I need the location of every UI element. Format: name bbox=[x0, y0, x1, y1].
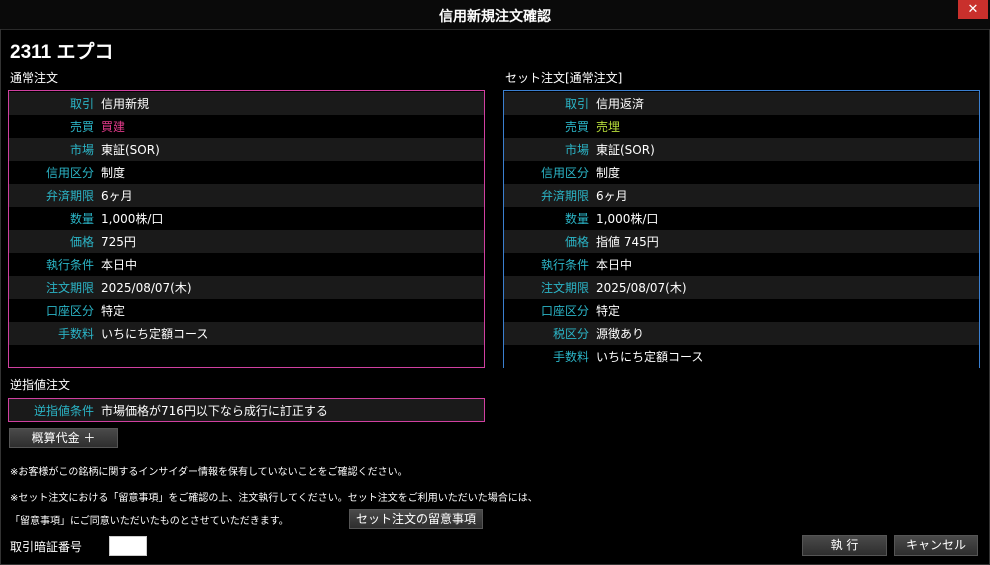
set-order-row-value: 1,000株/口 bbox=[596, 212, 659, 226]
set-order-row-value: 6ヶ月 bbox=[596, 189, 628, 203]
pin-label: 取引暗証番号 bbox=[10, 540, 83, 554]
set-order-row: 信用区分 制度 bbox=[504, 161, 979, 184]
normal-order-row-value: 2025/08/07(木) bbox=[101, 281, 192, 295]
normal-order-row: 注文期限 2025/08/07(木) bbox=[9, 276, 484, 299]
set-order-row-label: 口座区分 bbox=[540, 304, 589, 318]
set-order-row: 執行条件 本日中 bbox=[504, 253, 979, 276]
set-order-row: 注文期限 2025/08/07(木) bbox=[504, 276, 979, 299]
normal-order-row-value: 725円 bbox=[101, 235, 136, 249]
stop-order-row: 逆指値条件 市場価格が716円以下なら成行に訂正する bbox=[8, 398, 485, 422]
close-button[interactable]: ✕ bbox=[958, 0, 988, 19]
set-order-row-value: 特定 bbox=[596, 304, 621, 318]
set-order-row-value: 2025/08/07(木) bbox=[596, 281, 687, 295]
set-order-row-value: 本日中 bbox=[596, 258, 633, 272]
set-order-heading: セット注文[通常注文] bbox=[505, 71, 623, 85]
normal-order-row-label: 市場 bbox=[69, 143, 94, 157]
pin-input[interactable] bbox=[109, 536, 147, 556]
normal-order-row: 口座区分 特定 bbox=[9, 299, 484, 322]
set-order-row-value: 指値 745円 bbox=[596, 235, 659, 249]
normal-order-row-label: 執行条件 bbox=[45, 258, 94, 272]
normal-order-row-value: 本日中 bbox=[101, 258, 138, 272]
normal-order-row-value: 買建 bbox=[101, 120, 126, 134]
estimate-amount-button[interactable]: 概算代金 ＋ bbox=[9, 428, 118, 448]
stop-order-heading: 逆指値注文 bbox=[10, 378, 71, 392]
normal-order-row-label: 信用区分 bbox=[45, 166, 94, 180]
execute-button[interactable]: 執 行 bbox=[802, 535, 887, 556]
normal-order-row: 取引 信用新規 bbox=[9, 92, 484, 115]
set-order-row: 売買 売埋 bbox=[504, 115, 979, 138]
set-order-row: 口座区分 特定 bbox=[504, 299, 979, 322]
normal-order-row-value: 信用新規 bbox=[101, 97, 150, 111]
normal-order-row: 売買 買建 bbox=[9, 115, 484, 138]
set-order-notice-line1: ※セット注文における「留意事項」をご確認の上、注文執行してください。セット注文を… bbox=[10, 493, 538, 504]
normal-order-row-label: 手数料 bbox=[57, 327, 94, 341]
set-order-row-label: 数量 bbox=[564, 212, 589, 226]
set-order-notice-line2: 「留意事項」にご同意いただいたものとさせていただきます。 bbox=[10, 516, 289, 527]
set-order-row-value: 東証(SOR) bbox=[596, 143, 655, 157]
set-order-row: 価格 指値 745円 bbox=[504, 230, 979, 253]
set-order-row-value: 売埋 bbox=[596, 120, 621, 134]
title-bar: 信用新規注文確認 ✕ bbox=[0, 0, 990, 30]
set-order-row: 取引 信用返済 bbox=[504, 92, 979, 115]
set-order-row-value: 源徴あり bbox=[596, 327, 645, 341]
normal-order-row-label: 口座区分 bbox=[45, 304, 94, 318]
window-title: 信用新規注文確認 bbox=[439, 9, 551, 25]
normal-order-row-label: 数量 bbox=[69, 212, 94, 226]
cancel-button[interactable]: キャンセル bbox=[894, 535, 978, 556]
set-order-panel: 取引 信用返済 売買 売埋 市場 東証(SOR) 信用区分 制度 弁済期限 6ヶ月 数量 1,000株… bbox=[503, 90, 980, 368]
set-order-row: 手数料 いちにち定額コース bbox=[504, 345, 979, 368]
stock-name: 2311 エプコ bbox=[10, 42, 114, 63]
normal-order-row: 信用区分 制度 bbox=[9, 161, 484, 184]
set-order-row-label: 弁済期限 bbox=[540, 189, 589, 203]
normal-order-row-value: いちにち定額コース bbox=[101, 327, 209, 341]
normal-order-row-label: 売買 bbox=[69, 120, 94, 134]
stop-condition-value: 市場価格が716円以下なら成行に訂正する bbox=[101, 403, 328, 418]
normal-order-row-label: 弁済期限 bbox=[45, 189, 94, 203]
set-order-notice-button[interactable]: セット注文の留意事項 bbox=[349, 509, 483, 529]
set-order-row: 弁済期限 6ヶ月 bbox=[504, 184, 979, 207]
set-order-row-label: 取引 bbox=[564, 97, 589, 111]
normal-order-row-value: 東証(SOR) bbox=[101, 143, 160, 157]
normal-order-row-value: 6ヶ月 bbox=[101, 189, 133, 203]
normal-order-row: 手数料 いちにち定額コース bbox=[9, 322, 484, 345]
set-order-row-value: 制度 bbox=[596, 166, 621, 180]
normal-order-panel: 取引 信用新規 売買 買建 市場 東証(SOR) 信用区分 制度 弁済期限 6ヶ月 数量 1,000株… bbox=[8, 90, 485, 368]
set-order-row-label: 市場 bbox=[564, 143, 589, 157]
set-order-row-label: 価格 bbox=[564, 235, 589, 249]
normal-order-row-value: 制度 bbox=[101, 166, 126, 180]
set-order-row-label: 手数料 bbox=[552, 350, 589, 364]
set-order-row-label: 信用区分 bbox=[540, 166, 589, 180]
normal-order-row-label: 価格 bbox=[69, 235, 94, 249]
set-order-row-value: 信用返済 bbox=[596, 97, 645, 111]
normal-order-row: 数量 1,000株/口 bbox=[9, 207, 484, 230]
set-order-row-value: いちにち定額コース bbox=[596, 350, 704, 364]
set-order-row: 数量 1,000株/口 bbox=[504, 207, 979, 230]
set-order-row-label: 税区分 bbox=[552, 327, 589, 341]
set-order-row: 市場 東証(SOR) bbox=[504, 138, 979, 161]
set-order-row-label: 売買 bbox=[564, 120, 589, 134]
normal-order-row: 市場 東証(SOR) bbox=[9, 138, 484, 161]
normal-order-row-label: 注文期限 bbox=[45, 281, 94, 295]
normal-order-row: 執行条件 本日中 bbox=[9, 253, 484, 276]
normal-order-row: 弁済期限 6ヶ月 bbox=[9, 184, 484, 207]
normal-order-heading: 通常注文 bbox=[10, 71, 59, 85]
set-order-row-label: 執行条件 bbox=[540, 258, 589, 272]
insider-notice: ※お客様がこの銘柄に関するインサイダー情報を保有していないことをご確認ください。 bbox=[10, 467, 408, 478]
normal-order-row-label: 取引 bbox=[69, 97, 94, 111]
set-order-row-label: 注文期限 bbox=[540, 281, 589, 295]
close-icon[interactable]: ✕ bbox=[968, 2, 979, 17]
normal-order-row-value: 1,000株/口 bbox=[101, 212, 164, 226]
normal-order-row-value: 特定 bbox=[101, 304, 126, 318]
normal-order-row: 価格 725円 bbox=[9, 230, 484, 253]
stop-condition-label: 逆指値条件 bbox=[33, 403, 94, 418]
set-order-row: 税区分 源徴あり bbox=[504, 322, 979, 345]
